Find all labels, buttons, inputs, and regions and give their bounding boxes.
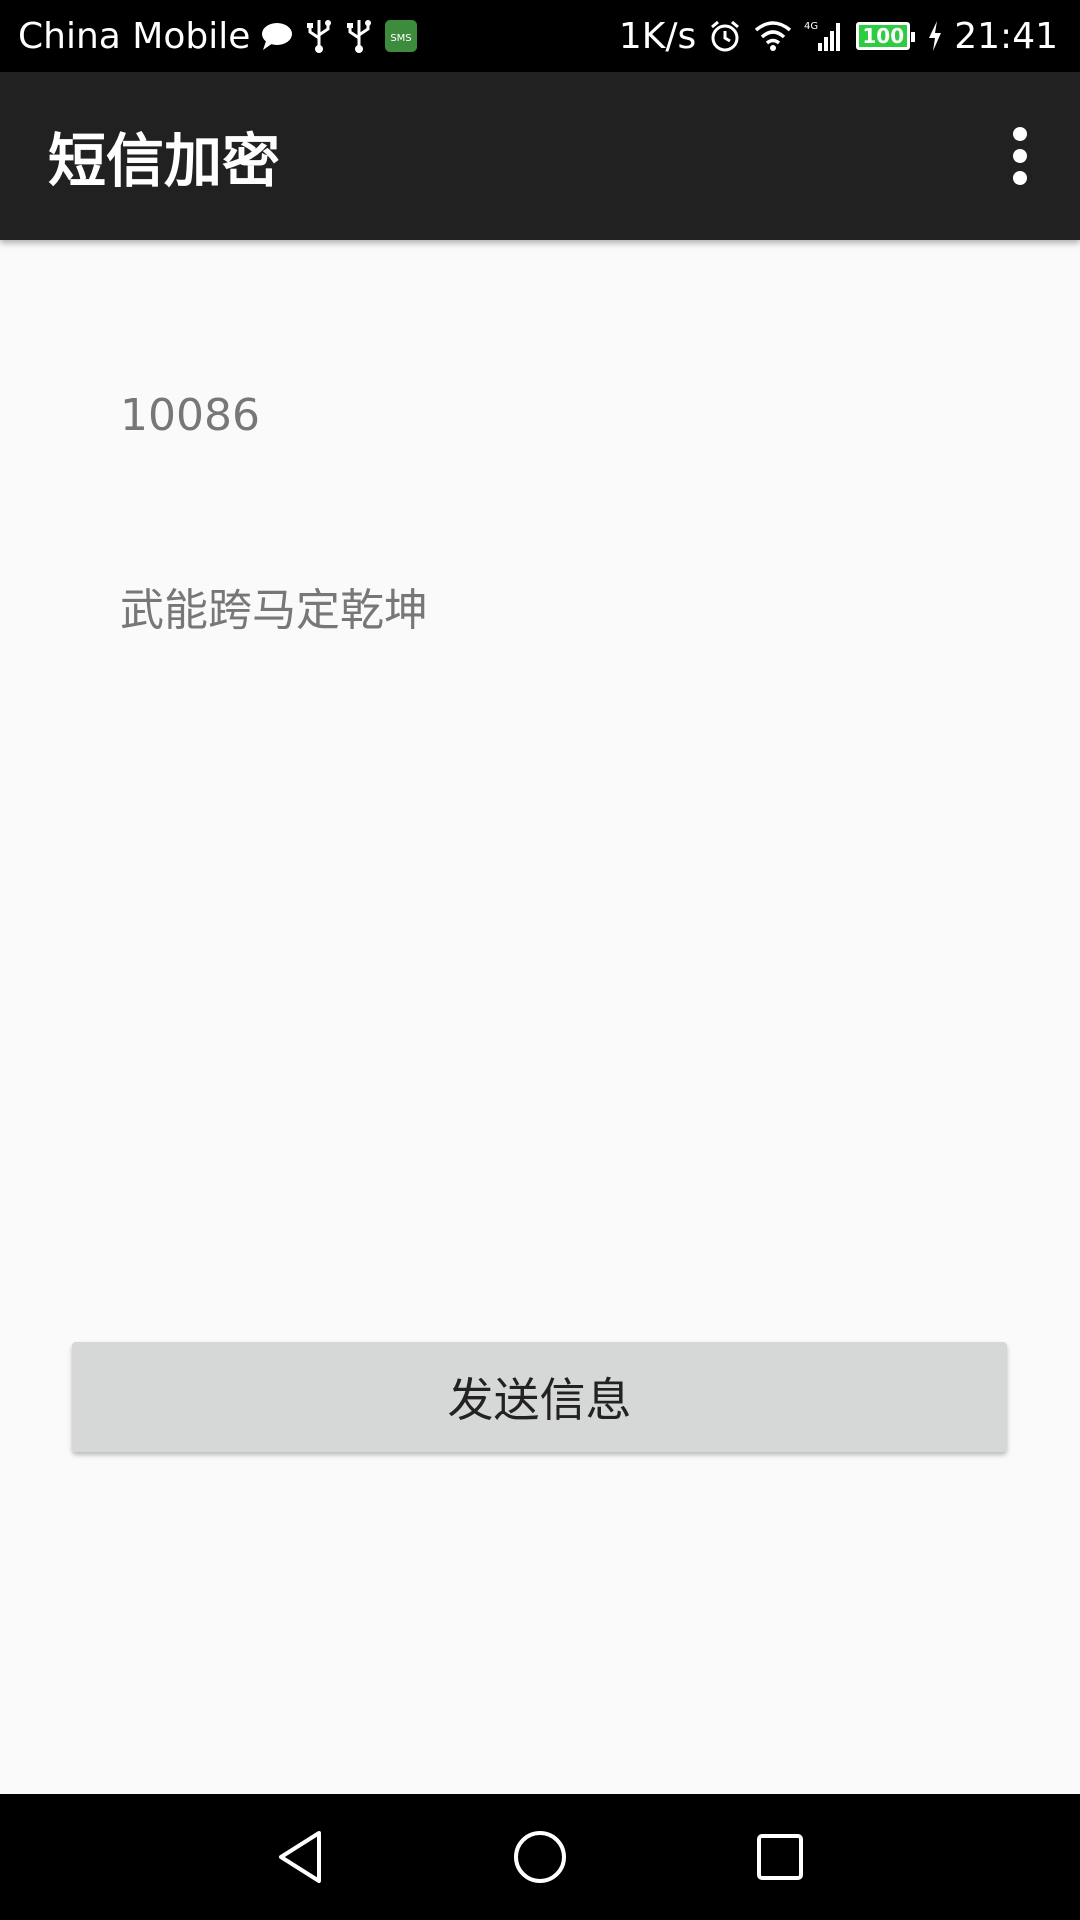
status-bar-right: 1K/s 4G 100 21:41 xyxy=(619,16,1058,57)
recent-apps-icon[interactable] xyxy=(720,1794,840,1920)
wifi-icon xyxy=(754,20,792,52)
more-vert-icon[interactable] xyxy=(990,116,1050,196)
back-icon[interactable] xyxy=(240,1794,360,1920)
menu-dot xyxy=(1013,149,1027,163)
battery-icon: 100 xyxy=(856,22,916,50)
signal-icon: 4G xyxy=(804,19,844,53)
home-icon[interactable] xyxy=(480,1794,600,1920)
network-type-label: 4G xyxy=(804,21,818,32)
app-title: 短信加密 xyxy=(48,127,281,195)
chat-bubble-icon xyxy=(260,21,294,51)
svg-text:SMS: SMS xyxy=(391,33,412,44)
menu-dot xyxy=(1013,171,1027,185)
menu-dot xyxy=(1013,127,1027,141)
usb-icon xyxy=(304,18,334,54)
message-input[interactable] xyxy=(120,580,980,631)
alarm-icon xyxy=(708,19,742,53)
usb-icon xyxy=(344,18,374,54)
charging-icon xyxy=(928,21,942,51)
sms-icon: SMS xyxy=(384,19,418,53)
carrier-name: China Mobile xyxy=(18,15,251,57)
send-message-button[interactable]: 发送信息 xyxy=(72,1342,1007,1452)
navigation-bar xyxy=(0,1794,1080,1920)
status-bar: China Mobile SMS 1K/s 4G 100 21:41 xyxy=(0,0,1080,72)
clock-time: 21:41 xyxy=(954,15,1058,57)
app-bar: 短信加密 xyxy=(0,72,1080,240)
status-bar-left: China Mobile SMS xyxy=(18,16,418,57)
net-speed: 1K/s xyxy=(618,15,697,57)
phone-number-input[interactable] xyxy=(120,390,980,441)
